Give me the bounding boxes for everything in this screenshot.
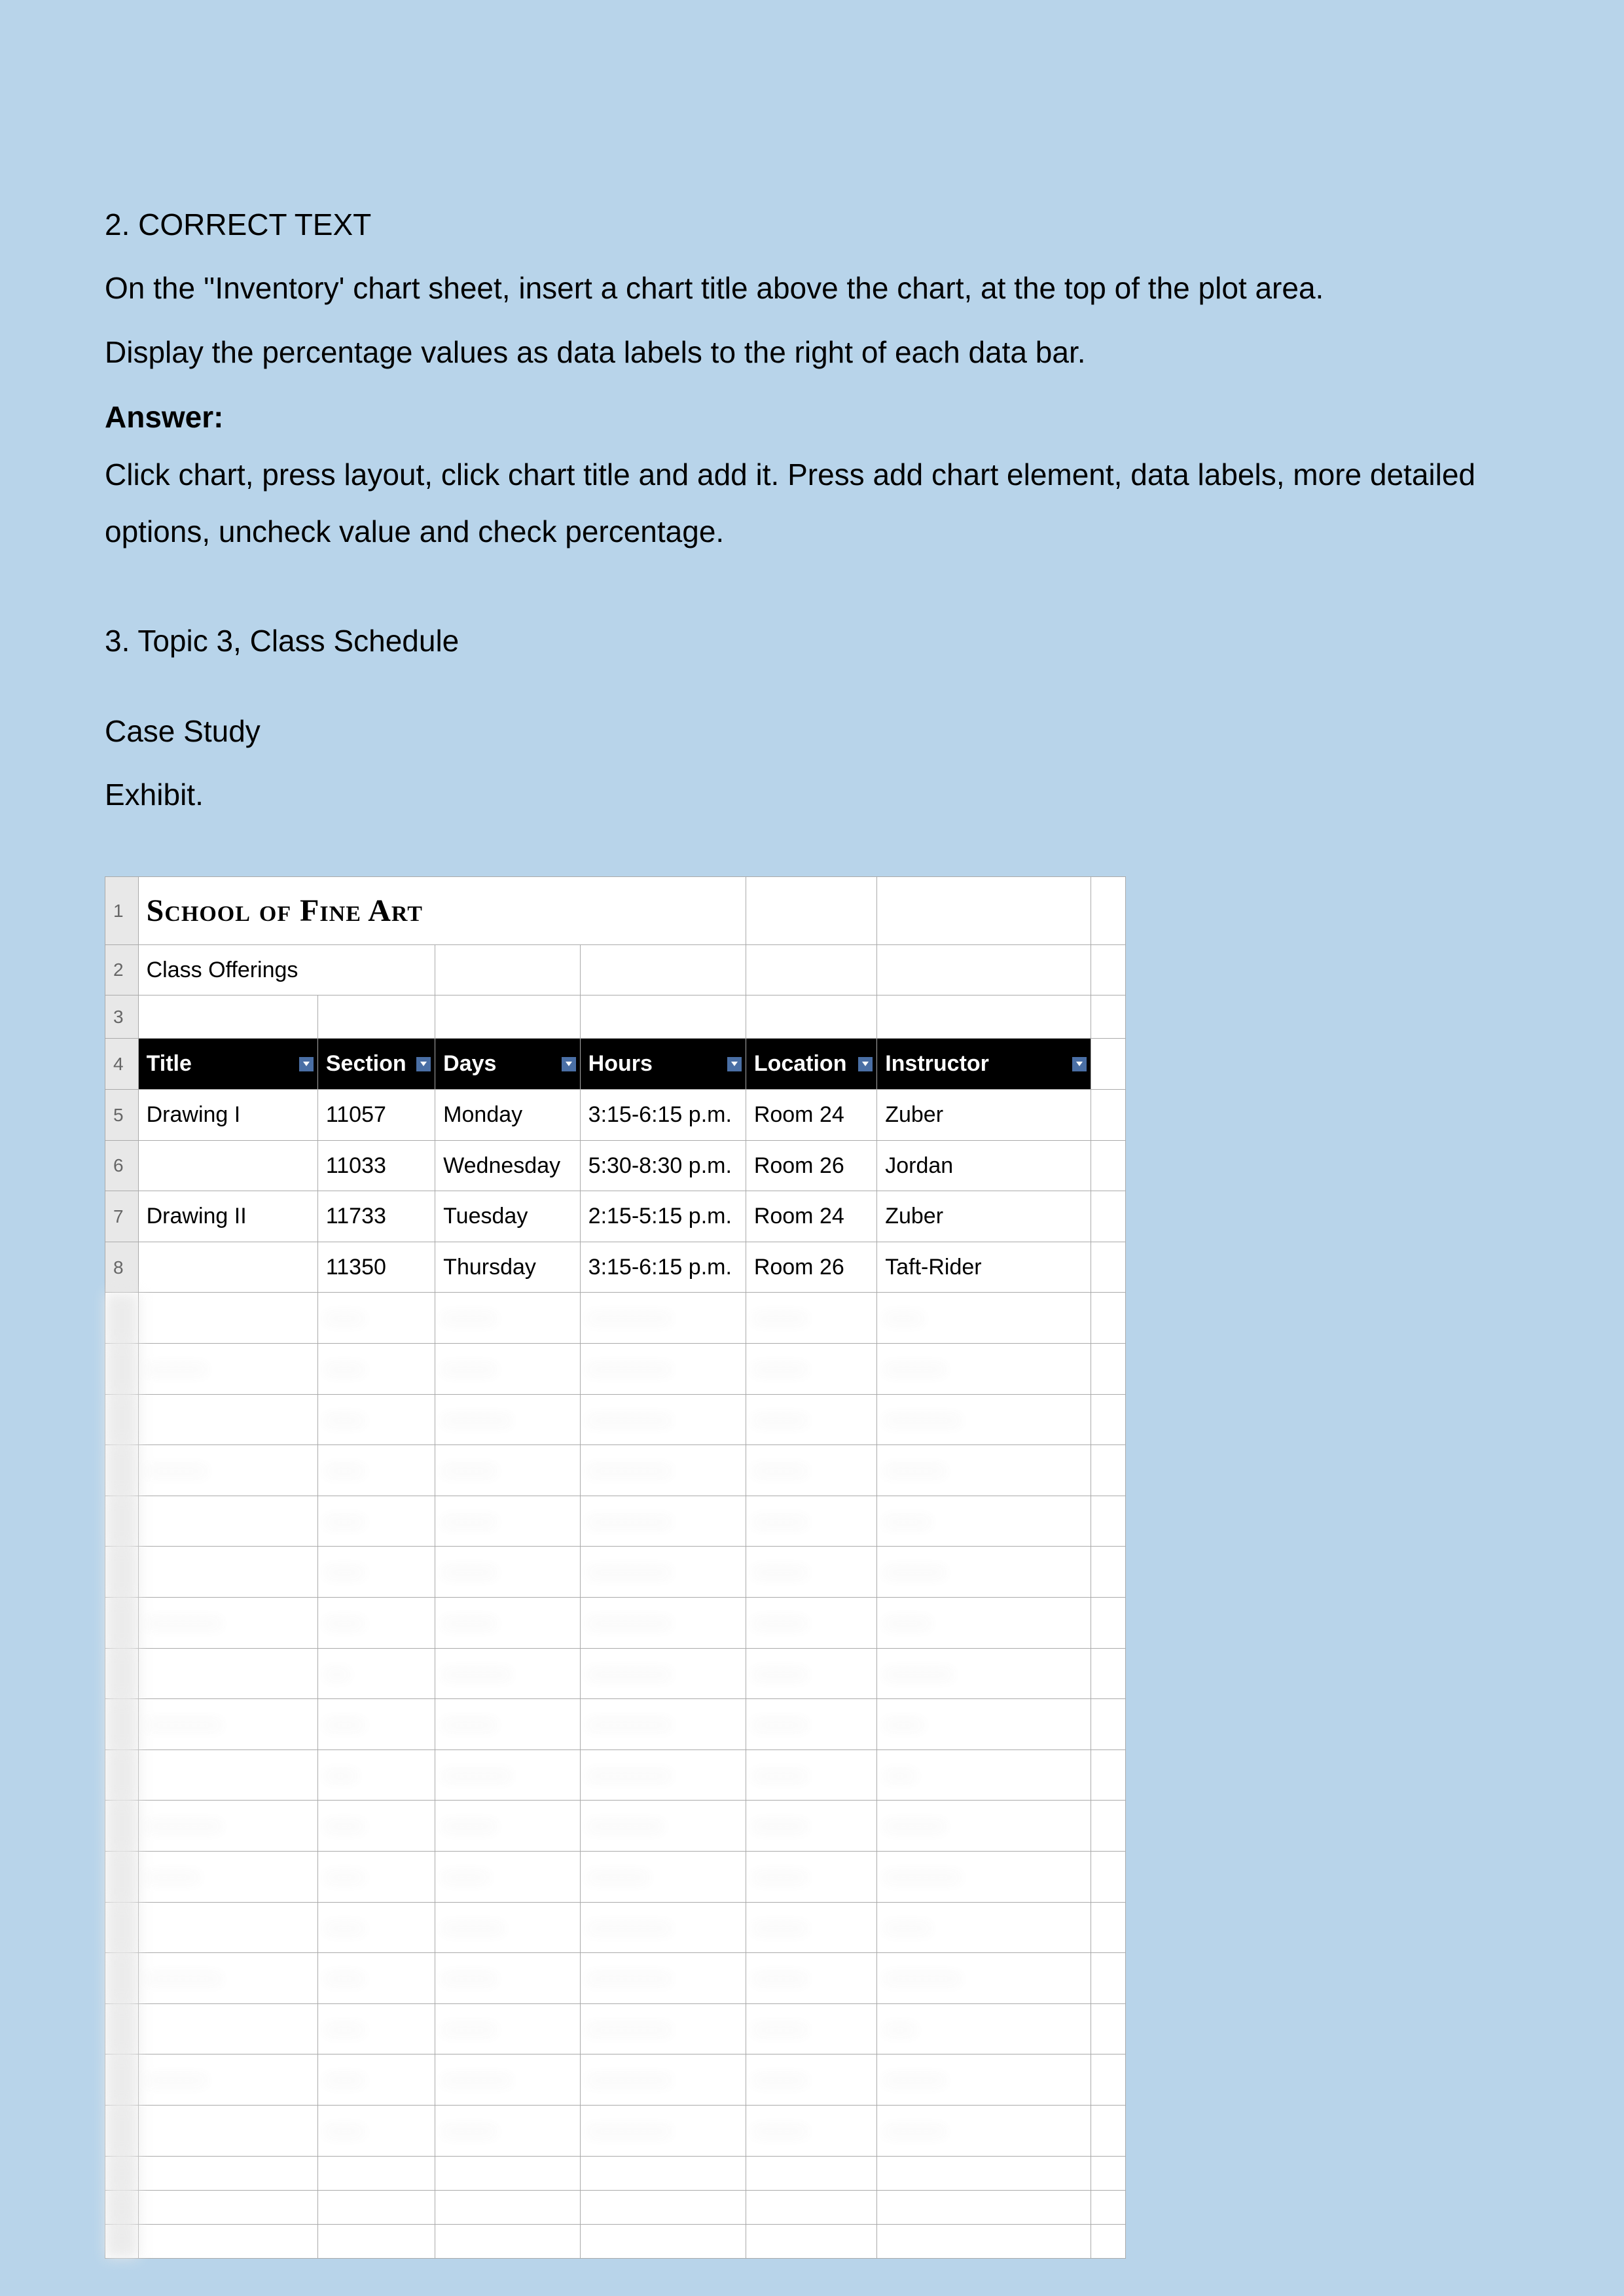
cell-hours: 3:15-6:15 p.m. [580,1090,746,1141]
blurred-preview-rows: ··································· ····… [105,1293,1126,2258]
cell-section: 11733 [317,1191,435,1242]
q2-para2: Display the percentage values as data la… [105,324,1519,381]
rownum: 7 [105,1191,139,1242]
col-header-days[interactable]: Days [435,1039,581,1090]
rownum: 3 [105,996,139,1039]
cell-hours: 2:15-5:15 p.m. [580,1191,746,1242]
q2-heading: 2. CORRECT TEXT [105,196,1519,253]
filter-dropdown-icon[interactable] [727,1057,742,1071]
cell-location: Room 24 [746,1090,876,1141]
col-header-hours[interactable]: Hours [580,1039,746,1090]
cell-section: 11057 [317,1090,435,1141]
cell-instructor: Zuber [877,1090,1091,1141]
cell-location: Room 24 [746,1191,876,1242]
rownum: 5 [105,1090,139,1141]
cell-instructor: Zuber [877,1191,1091,1242]
col-header-location[interactable]: Location [746,1039,876,1090]
cell-title [138,1140,317,1191]
q2-answer-label: Answer: [105,389,1519,446]
cell-title [138,1242,317,1293]
cell-title: Drawing I [138,1090,317,1141]
sheet-header-row: 4 Title Section Days Hours Location [105,1039,1126,1090]
col-header-label: Section [326,1051,406,1076]
cell-location: Room 26 [746,1242,876,1293]
cell-days: Monday [435,1090,581,1141]
q2-para1: On the ''Inventory' chart sheet, insert … [105,260,1519,317]
cell-instructor: Taft-Rider [877,1242,1091,1293]
rownum: 6 [105,1140,139,1191]
table-row: 7 Drawing II 11733 Tuesday 2:15-5:15 p.m… [105,1191,1126,1242]
filter-dropdown-icon[interactable] [562,1057,576,1071]
col-header-label: Hours [588,1051,653,1076]
cell-instructor: Jordan [877,1140,1091,1191]
rownum: 8 [105,1242,139,1293]
rownum: 1 [105,876,139,944]
col-header-section[interactable]: Section [317,1039,435,1090]
table-row: 8 11350 Thursday 3:15-6:15 p.m. Room 26 … [105,1242,1126,1293]
q2-answer-text: Click chart, press layout, click chart t… [105,446,1519,561]
rownum: 4 [105,1039,139,1090]
cell-days: Thursday [435,1242,581,1293]
col-header-label: Days [443,1051,496,1076]
col-header-title[interactable]: Title [138,1039,317,1090]
spreadsheet-exhibit: 1 School of Fine Art 2 Class Offerings 3… [105,876,1126,2259]
q3-case-study: Case Study [105,703,1519,760]
q3-exhibit: Exhibit. [105,766,1519,823]
filter-dropdown-icon[interactable] [416,1057,431,1071]
col-header-label: Location [754,1051,847,1076]
col-header-label: Title [147,1051,192,1076]
rownum: 2 [105,944,139,996]
document-body: 2. CORRECT TEXT On the ''Inventory' char… [105,196,1519,2259]
cell-title: Drawing II [138,1191,317,1242]
cell-days: Tuesday [435,1191,581,1242]
table-row: 6 11033 Wednesday 5:30-8:30 p.m. Room 26… [105,1140,1126,1191]
sheet-row-3: 3 [105,996,1126,1039]
cell-days: Wednesday [435,1140,581,1191]
sheet-title: School of Fine Art [138,876,746,944]
filter-dropdown-icon[interactable] [858,1057,873,1071]
col-header-label: Instructor [885,1051,989,1076]
sheet-row-2: 2 Class Offerings [105,944,1126,996]
cell-hours: 3:15-6:15 p.m. [580,1242,746,1293]
q3-heading: 3. Topic 3, Class Schedule [105,613,1519,670]
cell-section: 11033 [317,1140,435,1191]
filter-dropdown-icon[interactable] [299,1057,314,1071]
col-header-instructor[interactable]: Instructor [877,1039,1091,1090]
table-row: 5 Drawing I 11057 Monday 3:15-6:15 p.m. … [105,1090,1126,1141]
sheet-subtitle: Class Offerings [138,944,435,996]
cell-section: 11350 [317,1242,435,1293]
filter-dropdown-icon[interactable] [1072,1057,1087,1071]
sheet-row-1: 1 School of Fine Art [105,876,1126,944]
cell-hours: 5:30-8:30 p.m. [580,1140,746,1191]
cell-location: Room 26 [746,1140,876,1191]
